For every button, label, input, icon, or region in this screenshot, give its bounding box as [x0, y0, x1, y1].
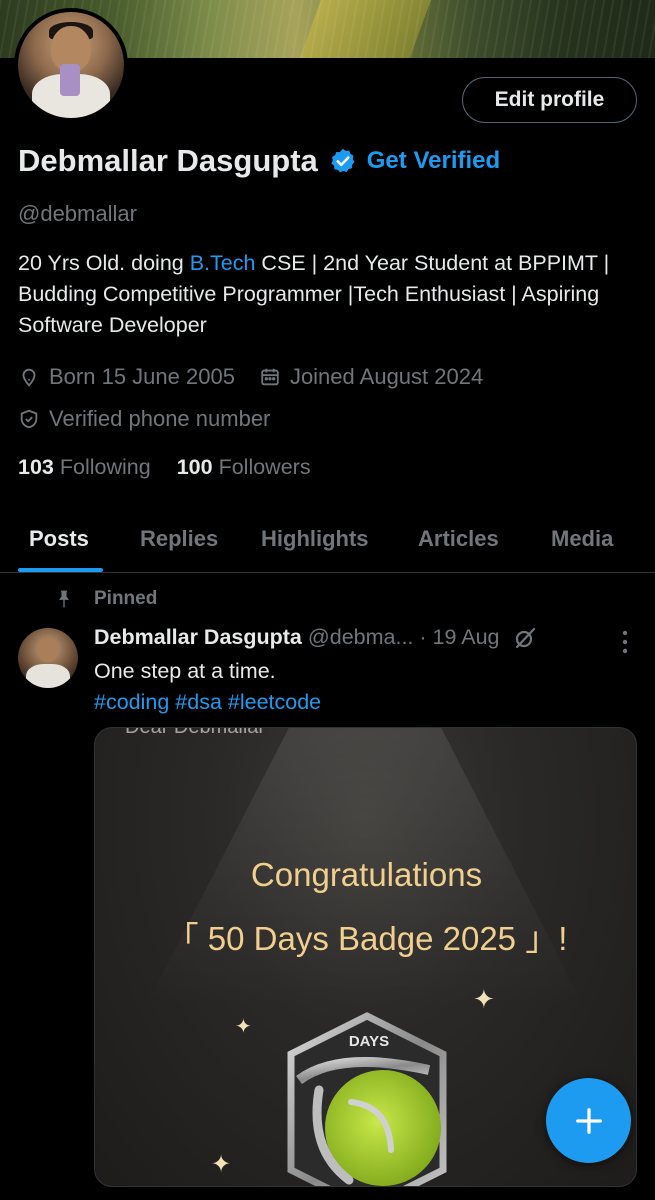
post-hashtags[interactable]: #coding #dsa #leetcode: [94, 687, 321, 718]
tab-posts[interactable]: Posts: [29, 526, 89, 552]
followers-link[interactable]: 100 Followers: [177, 455, 311, 479]
profile-name-row: Debmallar Dasgupta Get Verified: [18, 143, 500, 179]
tab-replies[interactable]: Replies: [140, 526, 218, 552]
days-badge-icon: DAYS: [287, 1012, 447, 1186]
post-body: One step at a time. #coding #dsa #leetco…: [94, 656, 321, 718]
sparkle-icon: ✦: [235, 1016, 252, 1038]
verified-badge-icon: [331, 148, 355, 173]
post-author-handle[interactable]: @debma...: [308, 625, 413, 650]
tab-media[interactable]: Media: [551, 526, 613, 552]
sparkle-icon: ✦: [473, 984, 495, 1014]
media-badge-title: 「 50 Days Badge 2025 」!: [165, 920, 568, 957]
media-congrats: Congratulations: [250, 856, 483, 893]
sparkle-icon: ✦: [211, 1151, 232, 1178]
profile-bio: 20 Yrs Old. doing B.Tech CSE | 2nd Year …: [18, 251, 610, 337]
pinned-label: Pinned: [94, 588, 158, 609]
pin-icon: [59, 590, 69, 608]
verified-phone-text: Verified phone number: [49, 406, 271, 431]
profile-meta-row: Born 15 June 2005 Joined August 2024: [18, 364, 507, 390]
profile-handle: @debmallar: [18, 201, 137, 226]
grok-icon[interactable]: [513, 626, 537, 650]
edit-profile-button[interactable]: Edit profile: [462, 77, 637, 123]
tab-articles[interactable]: Articles: [418, 526, 499, 552]
active-tab-indicator: [18, 568, 103, 572]
location-pin-icon: [22, 368, 36, 387]
joined-text: Joined August 2024: [289, 364, 484, 389]
post-author-name[interactable]: Debmallar Dasgupta: [94, 625, 302, 650]
born-text: Born 15 June 2005: [49, 364, 235, 389]
calendar-icon: [261, 368, 279, 386]
post-header: Debmallar Dasgupta @debma... · 19 Aug: [94, 625, 537, 650]
post-timestamp[interactable]: · 19 Aug: [419, 625, 499, 650]
profile-avatar[interactable]: [14, 8, 128, 122]
joined-item: Joined August 2024: [259, 364, 483, 390]
post-author-avatar[interactable]: [18, 628, 78, 688]
bio-link[interactable]: B.Tech: [190, 251, 256, 275]
profile-tabs: Posts Replies Highlights Articles Media: [0, 508, 655, 573]
shield-check-icon: [20, 409, 38, 429]
banner-decoration: [295, 0, 435, 58]
more-vertical-icon[interactable]: [618, 629, 632, 655]
get-verified-link[interactable]: Get Verified: [367, 147, 500, 175]
verified-phone-row: Verified phone number: [18, 406, 294, 432]
compose-button[interactable]: [546, 1078, 631, 1163]
badge-label: DAYS: [349, 1033, 389, 1050]
following-link[interactable]: 103 Following: [18, 455, 151, 479]
born-item: Born 15 June 2005: [18, 364, 235, 390]
post-text: One step at a time.: [94, 659, 276, 683]
media-greeting: Dear Debmallar: [125, 727, 266, 738]
follow-counts: 103 Following 100 Followers: [18, 455, 311, 480]
verified-phone-item: Verified phone number: [18, 406, 270, 432]
profile-name: Debmallar Dasgupta: [18, 143, 318, 178]
plus-icon: [575, 1107, 602, 1134]
tab-highlights[interactable]: Highlights: [261, 526, 369, 552]
avatar-image: [18, 12, 124, 118]
pinned-indicator: Pinned: [54, 588, 157, 610]
